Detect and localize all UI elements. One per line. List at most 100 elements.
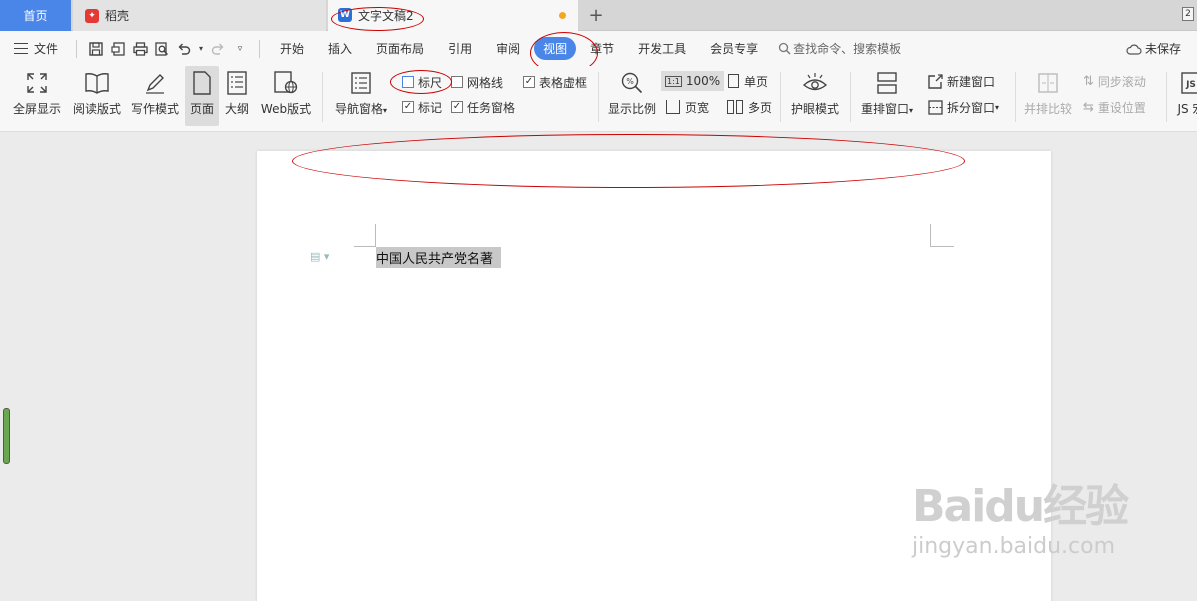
rearrange-window-button[interactable]: 重排窗口▾ [856, 66, 918, 126]
menu-insert[interactable]: 插入 [316, 31, 364, 66]
new-tab-button[interactable]: + [586, 0, 606, 31]
divider [1015, 72, 1016, 122]
web-view-button[interactable]: Web版式 [257, 66, 315, 126]
single-page-icon [728, 74, 739, 88]
page-width-button[interactable]: 页宽 [666, 97, 709, 117]
export-pdf-icon[interactable] [110, 41, 126, 57]
divider [780, 72, 781, 122]
print-icon[interactable] [132, 41, 148, 57]
menu-start[interactable]: 开始 [268, 31, 316, 66]
document-text[interactable]: 中国人民共产党名著 [376, 247, 502, 268]
multi-page-label: 多页 [748, 100, 773, 115]
tab-daoke[interactable]: ✦ 稻壳 [73, 0, 326, 31]
ruler-checkbox-box[interactable] [402, 76, 414, 88]
tab-daoke-label: 稻壳 [105, 9, 130, 23]
search-icon [779, 42, 791, 55]
margin-corner-right [930, 224, 954, 247]
web-page-icon [273, 70, 299, 96]
fullscreen-button[interactable]: 全屏显示 [8, 66, 66, 126]
dropdown-caret-icon: ▾ [995, 102, 1000, 112]
nav-pane-label-wrap: 导航窗格▾ [335, 100, 387, 117]
divider [322, 72, 323, 122]
divider [1166, 72, 1167, 122]
divider [598, 72, 599, 122]
menu-review[interactable]: 审阅 [484, 31, 532, 66]
ruler-checkbox[interactable]: 标尺 [402, 72, 442, 92]
undo-icon[interactable] [176, 41, 192, 57]
tab-document[interactable]: W 文字文稿2 [328, 0, 578, 31]
command-search[interactable]: 查找命令、搜索模板 [778, 40, 901, 57]
marks-checkbox-box[interactable] [402, 101, 414, 113]
undo-dropdown-icon[interactable]: ▾ [198, 41, 204, 57]
side-by-side-label: 并排比较 [1023, 102, 1072, 116]
save-icon[interactable] [88, 41, 104, 57]
tab-bar: 首页 ✦ 稻壳 W 文字文稿2 + 2 [0, 0, 1197, 31]
new-window-button[interactable]: 新建窗口 [928, 71, 995, 91]
menu-references-label: 引用 [448, 42, 473, 56]
scroll-indicator[interactable] [3, 408, 10, 464]
window-count-badge[interactable]: 2 [1182, 7, 1194, 21]
task-pane-checkbox[interactable]: 任务窗格 [451, 97, 515, 117]
unsaved-status[interactable]: 未保存 [1126, 40, 1181, 57]
single-page-button[interactable]: 单页 [728, 71, 768, 91]
menu-references[interactable]: 引用 [436, 31, 484, 66]
print-preview-icon[interactable] [154, 41, 170, 57]
sync-scroll-button[interactable]: ⇅ 同步滚动 [1083, 71, 1146, 91]
js-macro-label: JS 宏 [1177, 102, 1197, 116]
pen-icon [142, 70, 168, 96]
wps-writer-window: 首页 ✦ 稻壳 W 文字文稿2 + 2 文件 ▾ ▿ 开始 插入 页面布局 引用… [0, 0, 1197, 601]
reset-position-icon: ⇆ [1083, 99, 1094, 115]
hamburger-icon [14, 43, 28, 54]
multi-page-button[interactable]: 多页 [727, 97, 772, 117]
view-ribbon: 全屏显示 阅读版式 写作模式 页面 大纲 Web版式 导航窗格▾ 标尺 网格线 … [0, 66, 1197, 132]
menu-chapter[interactable]: 章节 [578, 31, 626, 66]
menu-page-layout[interactable]: 页面布局 [364, 31, 436, 66]
menu-member[interactable]: 会员专享 [698, 31, 770, 66]
customize-toolbar-icon[interactable]: ▿ [232, 41, 248, 57]
menu-bar: 文件 ▾ ▿ 开始 插入 页面布局 引用 审阅 视图 章节 开发工具 会员专享 … [0, 31, 1197, 74]
paragraph-handle-icon[interactable]: ▤ ▾ [310, 250, 329, 263]
task-pane-checkbox-box[interactable] [451, 101, 463, 113]
sync-scroll-label: 同步滚动 [1097, 74, 1146, 89]
page-view-button[interactable]: 页面 [185, 66, 219, 126]
outline-view-button[interactable]: 大纲 [221, 66, 253, 126]
gridlines-checkbox-box[interactable] [451, 76, 463, 88]
single-page-label: 单页 [744, 74, 769, 89]
side-by-side-button[interactable]: 并排比较 [1021, 66, 1075, 126]
baidu-watermark: Baidu经验 jingyan.baidu.com [912, 470, 1142, 590]
write-mode-button[interactable]: 写作模式 [128, 66, 182, 126]
zoom-label: 显示比例 [607, 102, 656, 116]
watermark-logo: Baidu经验 [912, 481, 1129, 532]
zoom-button[interactable]: % 显示比例 [605, 66, 659, 126]
redo-icon[interactable] [210, 41, 226, 57]
nav-pane-button[interactable]: 导航窗格▾ [330, 66, 392, 126]
marks-checkbox[interactable]: 标记 [402, 97, 442, 117]
table-borders-checkbox[interactable]: 表格虚框 [523, 72, 587, 92]
unsaved-label: 未保存 [1144, 42, 1181, 56]
tab-document-label: 文字文稿2 [358, 8, 414, 23]
eye-protect-label: 护眼模式 [790, 102, 839, 116]
zoom-100-button[interactable]: 1:1 100% [661, 71, 725, 91]
window-count-label: 2 [1185, 9, 1191, 19]
file-menu[interactable]: 文件 [14, 40, 58, 57]
page-width-label: 页宽 [685, 100, 710, 115]
read-mode-button[interactable]: 阅读版式 [70, 66, 124, 126]
multi-page-icon-left [727, 100, 734, 114]
table-borders-checkbox-box[interactable] [523, 76, 535, 88]
eye-protect-button[interactable]: 护眼模式 [787, 66, 843, 126]
js-macro-button[interactable]: JS JS 宏 [1171, 66, 1197, 126]
new-window-icon [928, 73, 943, 89]
marks-label: 标记 [418, 100, 443, 115]
tab-home[interactable]: 首页 [0, 0, 71, 31]
reset-position-button[interactable]: ⇆ 重设位置 [1083, 97, 1146, 117]
split-window-icon [928, 99, 943, 115]
menu-developer[interactable]: 开发工具 [626, 31, 698, 66]
write-mode-label: 写作模式 [130, 102, 179, 116]
svg-text:%: % [626, 77, 634, 86]
split-window-button[interactable]: 拆分窗口 ▾ [928, 97, 999, 117]
menu-review-label: 审阅 [496, 42, 521, 56]
divider [259, 39, 261, 58]
menu-view[interactable]: 视图 [532, 31, 578, 66]
nav-pane-icon [348, 70, 374, 96]
gridlines-checkbox[interactable]: 网格线 [451, 72, 503, 92]
